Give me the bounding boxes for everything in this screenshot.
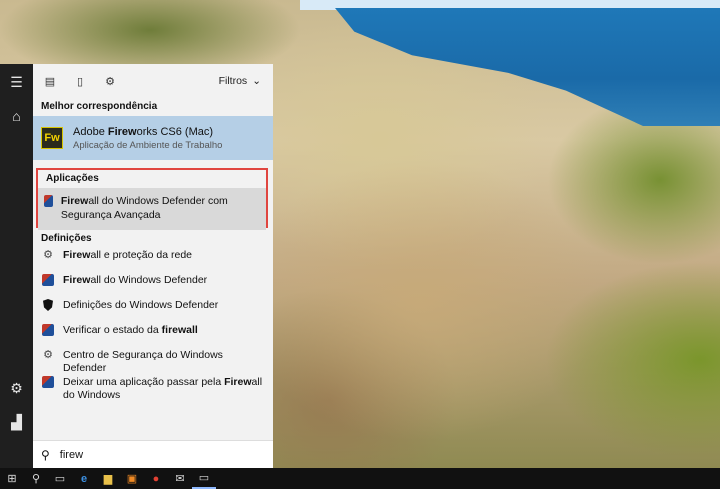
home-icon[interactable]: ⌂ — [0, 102, 33, 130]
best-match-subtitle: Aplicação de Ambiente de Trabalho — [73, 139, 223, 151]
wallpaper-sea — [335, 8, 720, 126]
start-left-rail: ☰ ⌂ ⚙ ▟ — [0, 64, 33, 468]
best-match-title: Adobe Fireworks CS6 (Mac) — [73, 125, 214, 138]
apps-filter-icon[interactable]: ▤ — [41, 72, 59, 90]
documents-filter-icon[interactable]: ▯ — [71, 72, 89, 90]
definition-item[interactable]: ⚙ Firewall e proteção da rede — [33, 248, 273, 273]
definition-item[interactable]: Firewall do Windows Defender — [33, 273, 273, 298]
chevron-down-icon: ⌄ — [252, 75, 261, 87]
file-explorer-icon[interactable]: ▆ — [96, 468, 120, 489]
defender-shield-icon — [41, 298, 55, 312]
settings-filter-icon[interactable]: ⚙ — [101, 72, 119, 90]
fireworks-app-icon: Fw — [41, 127, 63, 149]
firewall-icon — [41, 323, 55, 337]
settings-gear-icon[interactable]: ⚙ — [0, 374, 33, 402]
search-icon: ⚲ — [41, 447, 50, 462]
hamburger-menu-icon[interactable]: ☰ — [0, 68, 33, 96]
panel-toolbar: ▤ ▯ ⚙ Filtros ⌄ — [33, 64, 273, 98]
filters-label: Filtros — [218, 75, 248, 87]
firewall-icon — [41, 375, 55, 389]
definition-item[interactable]: Definições do Windows Defender — [33, 298, 273, 323]
definition-item[interactable]: Verificar o estado da firewall — [33, 323, 273, 348]
firewall-icon — [44, 195, 53, 207]
filters-dropdown[interactable]: Filtros ⌄ — [219, 75, 261, 87]
firewall-icon — [41, 273, 55, 287]
gear-icon: ⚙ — [43, 348, 53, 361]
feedback-icon[interactable]: ▟ — [0, 408, 33, 436]
definitions-heading: Definições — [41, 233, 92, 244]
definition-item[interactable]: Deixar uma aplicação passar pela Firewal… — [33, 375, 273, 407]
applications-heading: Aplicações — [46, 173, 99, 184]
best-match-item[interactable]: Fw Adobe Fireworks CS6 (Mac) Aplicação d… — [33, 116, 273, 160]
gear-icon: ⚙ — [43, 248, 53, 261]
mail-icon[interactable]: ✉ — [168, 468, 192, 489]
definition-item[interactable]: ⚙ Centro de Segurança do Windows Defende… — [33, 348, 273, 375]
edge-icon[interactable]: e — [72, 468, 96, 489]
search-input[interactable]: firew — [60, 449, 83, 461]
taskbar: ⊞ ⚲ ▭ e ▆ ▣ ● ✉ ▭ — [0, 468, 720, 489]
chrome-icon[interactable]: ● — [144, 468, 168, 489]
definitions-section: Definições ⚙ Firewall e proteção da rede… — [33, 230, 273, 407]
search-icon[interactable]: ⚲ — [24, 468, 48, 489]
app-result-label: Firewall do Windows Defender com Seguran… — [60, 195, 228, 221]
app-result-firewall-advanced[interactable]: Firewall do Windows Defender com Seguran… — [38, 188, 266, 230]
search-box[interactable]: ⚲ firew — [33, 440, 273, 468]
windows-start-icon[interactable]: ⊞ — [0, 468, 24, 489]
search-results-panel: ▤ ▯ ⚙ Filtros ⌄ Melhor correspondência F… — [33, 64, 273, 468]
photos-icon[interactable]: ▣ — [120, 468, 144, 489]
best-match-heading: Melhor correspondência — [41, 101, 158, 112]
applications-section: Aplicações Firewall do Windows Defender … — [36, 168, 268, 230]
task-view-icon[interactable]: ▭ — [48, 468, 72, 489]
terminal-icon[interactable]: ▭ — [192, 468, 216, 489]
